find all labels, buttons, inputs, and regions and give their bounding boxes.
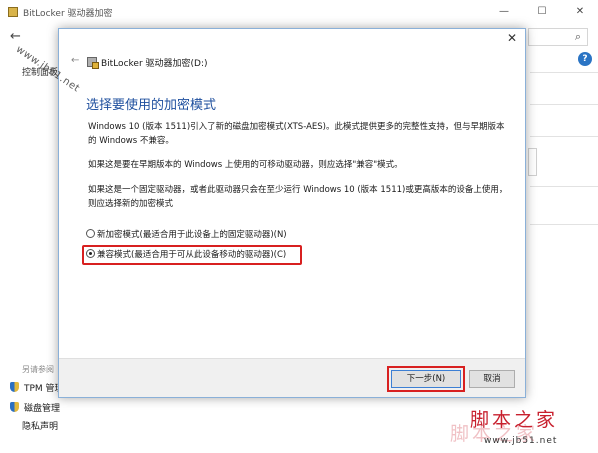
- new-encryption-mode-option[interactable]: 新加密模式(最适合用于此设备上的固定驱动器)(N): [86, 228, 287, 242]
- see-also-label: 磁盘管理: [24, 404, 61, 414]
- divider: [530, 186, 598, 187]
- logo-watermark: 脚本之家: [470, 409, 559, 431]
- selection-highlight-box: [82, 245, 302, 265]
- next-button[interactable]: 下一步(N): [391, 370, 461, 388]
- see-also-tpm-link[interactable]: TPM 管理: [10, 382, 64, 394]
- see-also-label: 隐私声明: [22, 422, 59, 432]
- dialog-title: BitLocker 驱动器加密(D:): [101, 59, 208, 69]
- back-arrow-icon[interactable]: ←: [10, 29, 21, 44]
- divider: [530, 72, 598, 73]
- option-label: 新加密模式(最适合用于此设备上的固定驱动器)(N): [97, 230, 287, 240]
- search-icon: ⌕: [574, 30, 581, 43]
- shield-icon: [10, 402, 19, 412]
- divider: [530, 104, 598, 105]
- see-also-title: 另请参阅: [22, 365, 54, 374]
- dialog-close-button[interactable]: ✕: [503, 30, 521, 46]
- maximize-button[interactable]: ☐: [530, 4, 554, 20]
- bg-title-bar: BitLocker 驱动器加密 — ☐ ✕: [0, 0, 598, 24]
- page-title: 选择要使用的加密模式: [86, 98, 217, 113]
- bg-close-button[interactable]: ✕: [568, 4, 592, 20]
- description-paragraph: Windows 10 (版本 1511)引入了新的磁盘加密模式(XTS-AES)…: [88, 122, 505, 146]
- dialog-footer: 下一步(N) 取消: [59, 358, 525, 397]
- shield-icon: [10, 382, 19, 392]
- bitlocker-dialog: ✕ ← BitLocker 驱动器加密(D:) 选择要使用的加密模式 Windo…: [58, 28, 526, 398]
- description-paragraph: 如果这是要在早期版本的 Windows 上使用的可移动驱动器，则应选择"兼容"模…: [88, 160, 403, 170]
- help-icon[interactable]: ?: [578, 52, 592, 66]
- search-input[interactable]: ⌕: [528, 28, 588, 46]
- description-paragraph: 如果这是一个固定驱动器，或者此驱动器只会在至少运行 Windows 10 (版本…: [88, 185, 508, 209]
- url-watermark: www.jb51.net: [484, 436, 558, 446]
- bitlocker-app-icon: [8, 7, 18, 17]
- minimize-button[interactable]: —: [492, 4, 516, 20]
- see-also-disk-link[interactable]: 磁盘管理: [10, 402, 60, 414]
- radio-button-new-mode[interactable]: [86, 229, 95, 238]
- bg-window-title: BitLocker 驱动器加密: [23, 9, 113, 19]
- bg-expander[interactable]: [528, 148, 537, 176]
- back-arrow-icon[interactable]: ←: [71, 55, 79, 66]
- divider: [530, 224, 598, 225]
- see-also-privacy-link[interactable]: 隐私声明: [22, 421, 58, 433]
- cancel-button[interactable]: 取消: [469, 370, 515, 388]
- drive-lock-icon: [87, 57, 99, 69]
- divider: [530, 136, 598, 137]
